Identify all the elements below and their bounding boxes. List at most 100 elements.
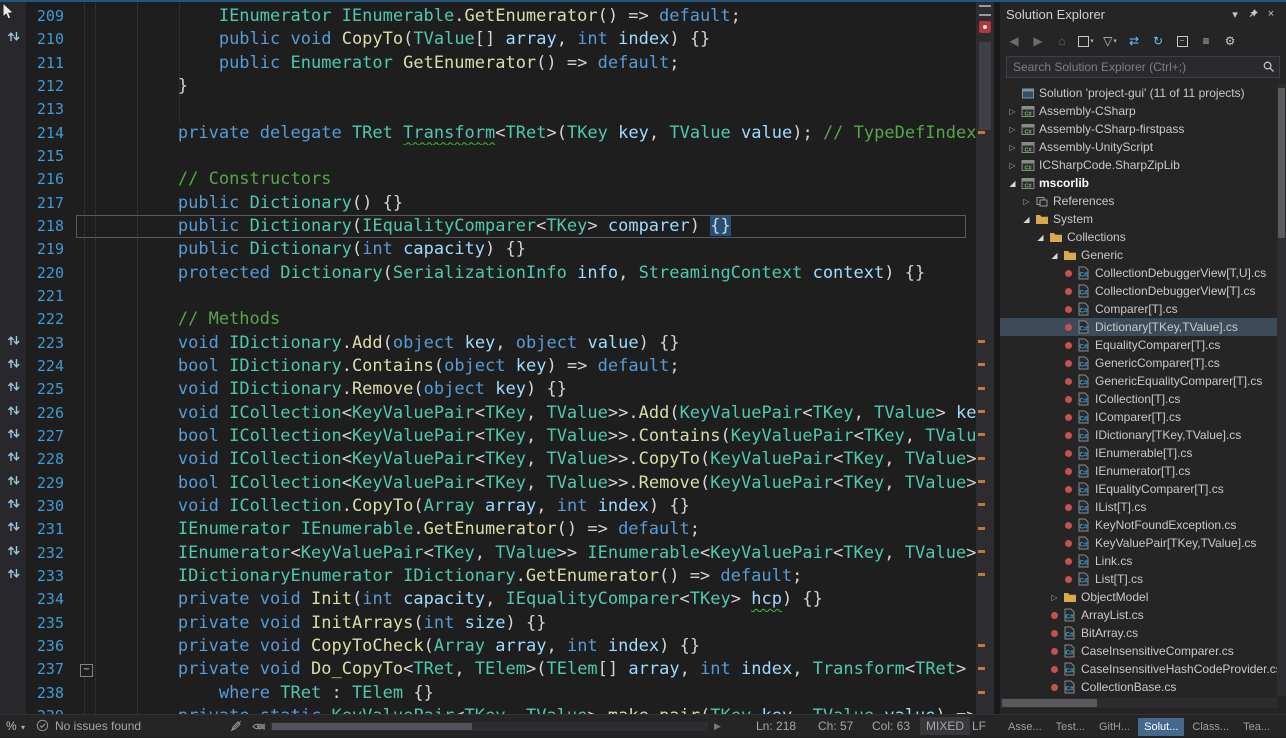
editor-vertical-scrollbar[interactable] (976, 0, 994, 714)
tree-item-solution-project-gui-11-of-11-projects[interactable]: Solution 'project-gui' (11 of 11 project… (1000, 84, 1277, 102)
breakpoint-margin-cell[interactable] (0, 682, 26, 705)
outline-margin-cell[interactable] (76, 98, 96, 121)
code-text[interactable]: public Dictionary() {} (96, 192, 976, 215)
line-number[interactable]: 216 (26, 168, 76, 191)
line-number[interactable]: 234 (26, 588, 76, 611)
line-number[interactable]: 232 (26, 542, 76, 565)
show-all-files-icon[interactable]: ≡ (1195, 31, 1217, 51)
code-text[interactable]: public Dictionary(IEqualityComparer<TKey… (96, 215, 976, 238)
tree-item-icollection-t-cs[interactable]: C#ICollection[T].cs (1000, 390, 1277, 408)
line-number[interactable]: 238 (26, 682, 76, 705)
outline-margin-cell[interactable] (76, 705, 96, 714)
expander[interactable]: ▷ (1020, 197, 1033, 206)
line-number[interactable]: 215 (26, 145, 76, 168)
code-text[interactable]: public Dictionary(int capacity) {} (96, 238, 976, 261)
tree-item-genericequalitycomparer-t-cs[interactable]: C#GenericEqualityComparer[T].cs (1000, 372, 1277, 390)
line-number[interactable]: 212 (26, 75, 76, 98)
breakpoint-margin-cell[interactable] (0, 168, 26, 191)
tree-item-bitarray-cs[interactable]: C#BitArray.cs (1000, 624, 1277, 642)
tree-item-objectmodel[interactable]: ▷ObjectModel (1000, 588, 1277, 606)
editor-horizontal-scrollbar[interactable] (270, 722, 708, 731)
line-number[interactable]: 224 (26, 355, 76, 378)
hscroll-thumb[interactable] (272, 723, 472, 730)
panel-horizontal-scrollbar[interactable] (1000, 698, 1277, 708)
tree-item-genericcomparer-t-cs[interactable]: C#GenericComparer[T].cs (1000, 354, 1277, 372)
outline-margin-cell[interactable] (76, 472, 96, 495)
code-text[interactable]: where TRet : TElem {} (96, 682, 976, 705)
collapse-region-toggle[interactable]: − (80, 664, 93, 677)
code-text[interactable]: private void Do_CopyTo<TRet, TElem>(TEle… (96, 658, 976, 681)
line-number[interactable]: 226 (26, 402, 76, 425)
refresh-icon[interactable]: ↻ (1147, 31, 1169, 51)
code-text[interactable]: void ICollection<KeyValuePair<TKey, TVal… (96, 402, 976, 425)
outline-margin-cell[interactable] (76, 168, 96, 191)
tree-item-caseinsensitivehashcodeprovider-cs[interactable]: C#CaseInsensitiveHashCodeProvider.cs (1000, 660, 1277, 678)
split-editor-handle[interactable] (979, 5, 991, 16)
code-text[interactable]: protected Dictionary(SerializationInfo i… (96, 262, 976, 285)
outline-margin-cell[interactable] (76, 542, 96, 565)
code-text[interactable]: IEnumerator<KeyValuePair<TKey, TValue>> … (96, 542, 976, 565)
tool-window-tab-gith[interactable]: GitH... (1093, 718, 1136, 736)
breakpoint-margin-cell[interactable] (0, 495, 26, 518)
tree-item-equalitycomparer-t-cs[interactable]: C#EqualityComparer[T].cs (1000, 336, 1277, 354)
outline-margin-cell[interactable] (76, 5, 96, 28)
outline-margin-cell[interactable] (76, 122, 96, 145)
tree-item-references[interactable]: ▷References (1000, 192, 1277, 210)
search-icon[interactable] (1262, 60, 1275, 76)
code-text[interactable]: private void InitArrays(int size) {} (96, 612, 976, 635)
outline-margin-cell[interactable] (76, 355, 96, 378)
tree-item-comparer-t-cs[interactable]: C#Comparer[T].cs (1000, 300, 1277, 318)
line-number[interactable]: 217 (26, 192, 76, 215)
tree-item-ienumerator-t-cs[interactable]: C#IEnumerator[T].cs (1000, 462, 1277, 480)
hscroll-left-arrow[interactable]: ◀ (258, 721, 265, 732)
code-text[interactable]: private delegate TRet Transform<TRet>(TK… (96, 122, 976, 145)
line-number[interactable]: 227 (26, 425, 76, 448)
line-number[interactable]: 220 (26, 262, 76, 285)
breakpoint-margin-cell[interactable] (0, 238, 26, 261)
line-number[interactable]: 225 (26, 378, 76, 401)
breakpoint-margin-cell[interactable] (0, 52, 26, 75)
tree-item-mscorlib[interactable]: ◢C#mscorlib (1000, 174, 1277, 192)
tree-item-caseinsensitivecomparer-cs[interactable]: C#CaseInsensitiveComparer.cs (1000, 642, 1277, 660)
switch-views-icon[interactable]: ▾ (1075, 31, 1097, 51)
code-text[interactable]: bool ICollection<KeyValuePair<TKey, TVal… (96, 472, 976, 495)
line-number[interactable]: 233 (26, 565, 76, 588)
code-text[interactable]: private static KeyValuePair<TKey, TValue… (96, 705, 976, 714)
close-icon[interactable]: × (1262, 5, 1280, 23)
expander[interactable]: ◢ (1006, 179, 1019, 188)
breakpoint-margin-cell[interactable] (0, 565, 26, 588)
pen-disabled-icon[interactable] (230, 720, 242, 735)
tree-item-collectiondebuggerview-t-u-cs[interactable]: C#CollectionDebuggerView[T,U].cs (1000, 264, 1277, 282)
code-text[interactable]: IEnumerator IEnumerable.GetEnumerator() … (96, 5, 976, 28)
line-number[interactable]: 211 (26, 52, 76, 75)
tree-item-list-t-cs[interactable]: C#List[T].cs (1000, 570, 1277, 588)
outline-margin-cell[interactable] (76, 588, 96, 611)
breakpoint-margin-cell[interactable] (0, 28, 26, 51)
breakpoint-margin-cell[interactable] (0, 425, 26, 448)
outline-margin-cell[interactable] (76, 635, 96, 658)
outline-margin-cell[interactable] (76, 238, 96, 261)
sync-with-active-document-icon[interactable]: ⇄ (1123, 31, 1145, 51)
line-number[interactable]: 223 (26, 332, 76, 355)
tree-item-link-cs[interactable]: C#Link.cs (1000, 552, 1277, 570)
breakpoint-margin-cell[interactable] (0, 542, 26, 565)
breakpoint-margin-cell[interactable] (0, 145, 26, 168)
breakpoint-margin-cell[interactable] (0, 122, 26, 145)
status-encoding[interactable]: MIXED (920, 717, 970, 735)
breakpoint-margin-cell[interactable] (0, 635, 26, 658)
window-position-menu-icon[interactable]: ▾ (1226, 5, 1244, 23)
breakpoint-margin-cell[interactable] (0, 518, 26, 541)
code-text[interactable]: void ICollection.CopyTo(Array array, int… (96, 495, 976, 518)
expander[interactable]: ▷ (1006, 161, 1019, 170)
outline-margin-cell[interactable] (76, 402, 96, 425)
line-number[interactable]: 236 (26, 635, 76, 658)
line-number[interactable]: 229 (26, 472, 76, 495)
breakpoint-margin-cell[interactable] (0, 262, 26, 285)
collapse-all-icon[interactable]: − (1171, 31, 1193, 51)
file-health-indicator-icon[interactable] (979, 21, 991, 33)
tool-window-tab-test[interactable]: Test... (1050, 718, 1091, 736)
outline-margin-cell[interactable] (76, 215, 96, 238)
line-number[interactable]: 219 (26, 238, 76, 261)
forward-icon[interactable]: ▶ (1027, 31, 1049, 51)
line-number[interactable]: 231 (26, 518, 76, 541)
